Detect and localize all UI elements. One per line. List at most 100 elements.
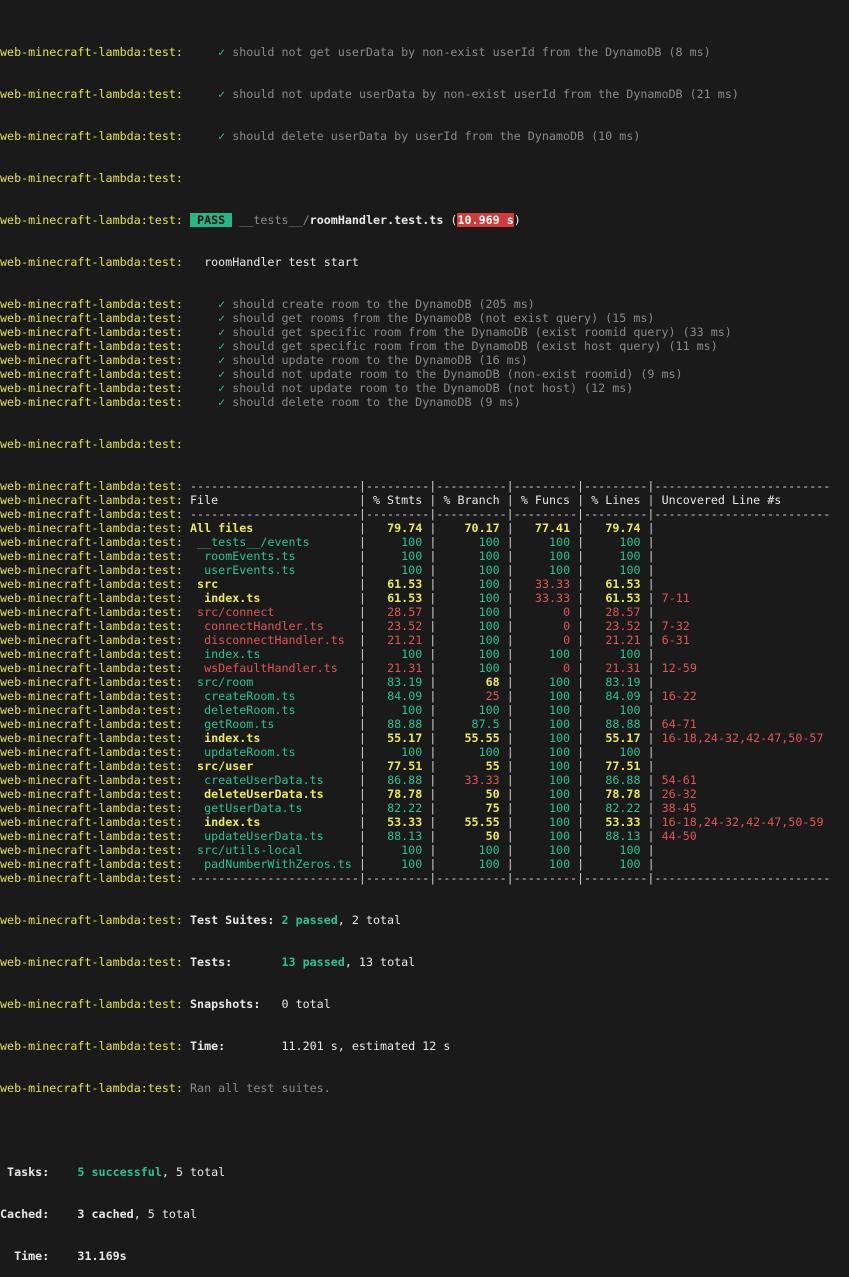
task-prefix: web-minecraft-lambda:test: [0,507,183,521]
task-prefix: web-minecraft-lambda:test: [0,661,183,675]
column-divider: | [577,815,585,829]
tasks-label: Tasks: [0,1165,50,1179]
check-icon: ✓ [218,45,226,59]
column-divider: | [358,815,366,829]
column-divider: | [577,801,585,815]
funcs-value: 100 [548,731,571,745]
turbo-time: Time: 31.169s [0,1249,849,1263]
table-row: web-minecraft-lambda:test: src | 61.53 |… [0,577,849,591]
lines-value: 88.13 [605,829,641,843]
column-divider: | [429,619,437,633]
column-divider: | [647,521,655,535]
column-divider: | [577,591,585,605]
uncovered-lines: 7-32 [661,619,690,633]
column-divider: | [429,675,437,689]
file-name: getRoom.ts [204,717,275,731]
task-prefix: web-minecraft-lambda:test: [0,717,183,731]
column-divider: | [647,563,655,577]
suites-total: , 2 total [337,913,402,927]
file-name: updateRoom.ts [204,745,296,759]
column-divider: | [647,689,655,703]
terminal-output[interactable]: web-minecraft-lambda:test: ✓ should not … [0,0,849,1277]
column-divider: | [358,773,366,787]
cached-value: 3 cached [77,1207,134,1221]
snapshots-value: 0 total [281,997,331,1011]
test-name: should delete room to the DynamoDB (9 ms… [232,395,521,409]
stmts-value: 83.19 [387,675,423,689]
column-divider: | [429,745,437,759]
test-result-line: web-minecraft-lambda:test: ✓ should not … [0,45,849,59]
file-name: wsDefaultHandler.ts [204,661,338,675]
task-prefix: web-minecraft-lambda:test: [0,381,183,395]
lines-value: 55.17 [605,731,641,745]
funcs-value: 100 [549,745,571,759]
table-row: web-minecraft-lambda:test: updateRoom.ts… [0,745,849,759]
column-divider: | [647,577,655,591]
column-divider: | [577,717,585,731]
stmts-value: 77.51 [387,759,423,773]
tasks-total: , 5 total [161,1165,226,1179]
column-divider: | [506,731,514,745]
branch-value: 33.33 [464,773,500,787]
stmts-value: 88.13 [387,829,423,843]
task-prefix: web-minecraft-lambda:test: [0,647,183,661]
funcs-value: 100 [548,647,571,661]
branch-value: 100 [478,745,500,759]
task-prefix: web-minecraft-lambda:test: [0,521,183,535]
stmts-value: 21.21 [387,633,423,647]
column-divider: | [506,773,514,787]
uncovered-lines: 7-11 [661,591,690,605]
test-name: should not update room to the DynamoDB (… [232,381,634,395]
pass-badge: PASS [190,213,233,227]
column-divider: | [358,521,366,535]
column-divider: | [506,675,514,689]
column-divider: | [358,563,366,577]
funcs-value: 100 [548,759,571,773]
column-divider: | [358,661,366,675]
column-divider: | [647,647,655,661]
lines-value: 61.53 [605,591,641,605]
task-prefix: web-minecraft-lambda:test: [0,619,183,633]
column-divider: | [506,605,514,619]
column-divider: | [577,787,585,801]
coverage-table: web-minecraft-lambda:test: -------------… [0,479,849,885]
file-name: disconnectHandler.ts [204,633,345,647]
column-divider: | [647,801,655,815]
lines-value: 100 [619,703,641,717]
column-divider: | [506,577,514,591]
stmts-value: 28.57 [387,605,423,619]
branch-value: 25 [485,689,500,703]
stmts-value: 86.88 [387,773,423,787]
test-name: should create room to the DynamoDB (205 … [232,297,535,311]
task-prefix: web-minecraft-lambda:test: [0,213,183,227]
column-divider: | [429,717,437,731]
column-divider: | [506,815,514,829]
column-divider: | [429,843,437,857]
file-name: connectHandler.ts [204,619,324,633]
file-name: src/utils-local [197,843,303,857]
column-divider: | [577,521,585,535]
table-row: web-minecraft-lambda:test: __tests__/eve… [0,535,849,549]
summary-time: web-minecraft-lambda:test: Time: 11.201 … [0,1039,849,1053]
turbo-time-label: Time: [0,1249,50,1263]
branch-value: 100 [478,605,500,619]
column-divider: | [647,493,655,507]
test-name: should not update room to the DynamoDB (… [232,367,683,381]
column-divider: | [577,773,585,787]
column-divider: | [506,633,514,647]
branch-value: 100 [478,549,500,563]
uncovered-lines: 38-45 [661,801,697,815]
test-name: should get rooms from the DynamoDB (not … [232,311,655,325]
task-prefix: web-minecraft-lambda:test: [0,731,183,745]
uncovered-lines: 26-32 [661,787,697,801]
branch-value: 70.17 [464,521,500,535]
file-name: index.ts [204,731,261,745]
task-prefix: web-minecraft-lambda:test: [0,129,183,143]
column-divider: | [506,829,514,843]
stmts-value: 23.52 [387,619,423,633]
suites-label: Test Suites: [190,913,275,927]
lines-value: 100 [619,549,641,563]
table-separator: web-minecraft-lambda:test: -------------… [0,479,849,493]
suite-path-file: roomHandler.test.ts [309,213,444,227]
lines-value: 100 [619,563,641,577]
